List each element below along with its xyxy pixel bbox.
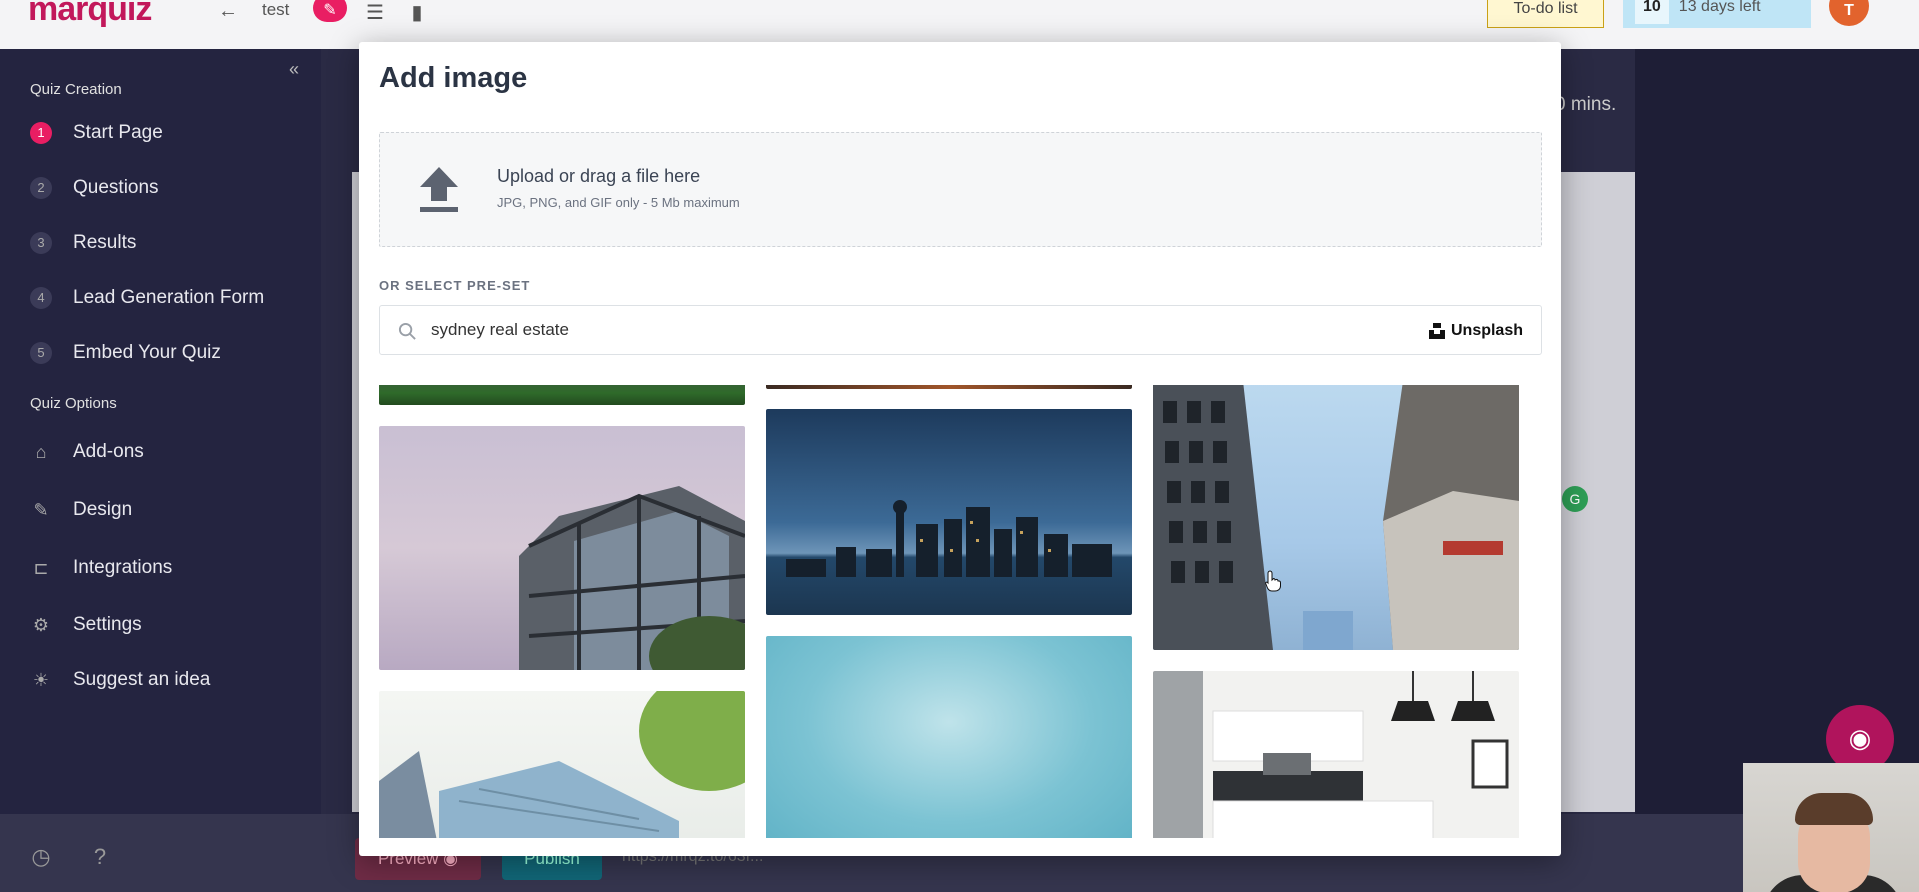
webcam-overlay xyxy=(1743,763,1919,892)
notice-text: 0 mins. xyxy=(1555,94,1617,115)
collapse-sidebar-icon[interactable]: « xyxy=(289,59,299,80)
sidebar-item-suggest-an-idea[interactable]: ☀ Suggest an idea xyxy=(30,665,210,695)
building-photo xyxy=(519,486,745,670)
sidebar-item-start-page[interactable]: 1 Start Page xyxy=(30,118,163,148)
bar-chart-icon[interactable]: ▮ xyxy=(402,0,432,24)
brush-icon: ✎ xyxy=(33,499,49,520)
history-icon[interactable]: ◷ xyxy=(26,844,56,874)
eye-icon: ◉ xyxy=(1848,723,1872,753)
back-arrow-icon[interactable]: ← xyxy=(213,0,243,24)
sidebar-item-settings[interactable]: ⚙ Settings xyxy=(30,610,142,640)
sidebar-item-results[interactable]: 3 Results xyxy=(30,228,136,258)
upload-icon xyxy=(420,167,458,212)
sidebar-item-label: Embed Your Quiz xyxy=(73,342,221,363)
logo: marquiz xyxy=(28,0,152,28)
lightbulb-icon: ☀ xyxy=(32,669,50,690)
sidebar-item-embed-your-quiz[interactable]: 5 Embed Your Quiz xyxy=(30,338,221,368)
unsplash-icon xyxy=(1428,323,1445,339)
skyscrapers-looking-up-photo xyxy=(1153,385,1519,650)
trial-badge[interactable]: 10 13 days left xyxy=(1623,0,1811,28)
gallery-image[interactable] xyxy=(766,385,1132,389)
provider-name: Unsplash xyxy=(1450,322,1523,339)
step-number-3: 3 xyxy=(30,232,52,254)
unsplash-logo: Unsplash xyxy=(1428,322,1523,340)
step-number-1: 1 xyxy=(30,122,52,144)
list-icon[interactable]: ☰ xyxy=(360,0,390,24)
gallery-image[interactable] xyxy=(766,636,1132,838)
image-search-box: Unsplash xyxy=(379,305,1542,355)
sidebar-item-label: Design xyxy=(73,499,133,520)
quiz-name[interactable]: test xyxy=(262,0,289,20)
sidebar-item-add-ons[interactable]: ⌂ Add-ons xyxy=(30,437,144,467)
add-image-modal: Add image Upload or drag a file here JPG… xyxy=(359,42,1561,856)
todo-list-button[interactable]: To-do list xyxy=(1487,0,1604,28)
sidebar-item-label: Results xyxy=(73,232,137,253)
sidebar: « Quiz Creation 1 Start Page 2 Questions… xyxy=(0,49,321,892)
sidebar-item-label: Suggest an idea xyxy=(73,669,211,690)
step-number-2: 2 xyxy=(30,177,52,199)
step-number-5: 5 xyxy=(30,342,52,364)
upload-dropzone[interactable]: Upload or drag a file here JPG, PNG, and… xyxy=(379,132,1542,247)
sidebar-item-label: Questions xyxy=(73,177,159,198)
gallery-image[interactable] xyxy=(379,426,745,670)
sidebar-item-label: Lead Generation Form xyxy=(73,287,265,308)
modal-title: Add image xyxy=(379,62,528,94)
upload-subtitle: JPG, PNG, and GIF only - 5 Mb maximum xyxy=(497,195,740,210)
gallery-image[interactable] xyxy=(379,385,745,405)
kitchen-photo xyxy=(1153,671,1509,838)
gear-icon: ⚙ xyxy=(32,614,50,635)
trial-text: 13 days left xyxy=(1678,0,1761,15)
section-quiz-options: Quiz Options xyxy=(30,395,117,412)
sidebar-item-questions[interactable]: 2 Questions xyxy=(30,173,159,203)
gallery-image[interactable] xyxy=(379,691,745,838)
avatar[interactable]: T xyxy=(1829,0,1869,26)
webcam-person-hair xyxy=(1795,793,1873,825)
gallery-image[interactable] xyxy=(1153,671,1519,838)
help-icon[interactable]: ? xyxy=(85,844,115,874)
sidebar-item-design[interactable]: ✎ Design xyxy=(30,495,132,525)
plug-icon: ⊏ xyxy=(33,557,49,578)
grammarly-icon[interactable]: G xyxy=(1562,486,1588,512)
gallery-image[interactable] xyxy=(1153,385,1519,650)
sidebar-item-label: Integrations xyxy=(73,557,173,578)
sydney-skyline-photo xyxy=(786,500,1112,577)
sidebar-item-label: Start Page xyxy=(73,122,163,143)
hand-cursor-icon xyxy=(1265,570,1281,592)
edit-pencil-icon[interactable]: ✎ xyxy=(313,0,347,22)
tag-icon: ⌂ xyxy=(35,441,47,462)
preset-label: OR SELECT PRE-SET xyxy=(379,278,531,293)
image-gallery xyxy=(379,385,1542,838)
sidebar-item-label: Add-ons xyxy=(73,441,144,462)
sidebar-item-label: Settings xyxy=(73,614,142,635)
image-search-input[interactable] xyxy=(431,316,1331,344)
sidebar-item-integrations[interactable]: ⊏ Integrations xyxy=(30,553,172,583)
roof-photo xyxy=(379,691,745,838)
gallery-image[interactable] xyxy=(766,409,1132,615)
sidebar-item-lead-generation-form[interactable]: 4 Lead Generation Form xyxy=(30,283,264,313)
trial-days: 10 xyxy=(1635,0,1669,24)
section-quiz-creation: Quiz Creation xyxy=(30,81,122,98)
step-number-4: 4 xyxy=(30,287,52,309)
upload-title: Upload or drag a file here xyxy=(497,166,701,186)
search-icon xyxy=(398,322,416,340)
